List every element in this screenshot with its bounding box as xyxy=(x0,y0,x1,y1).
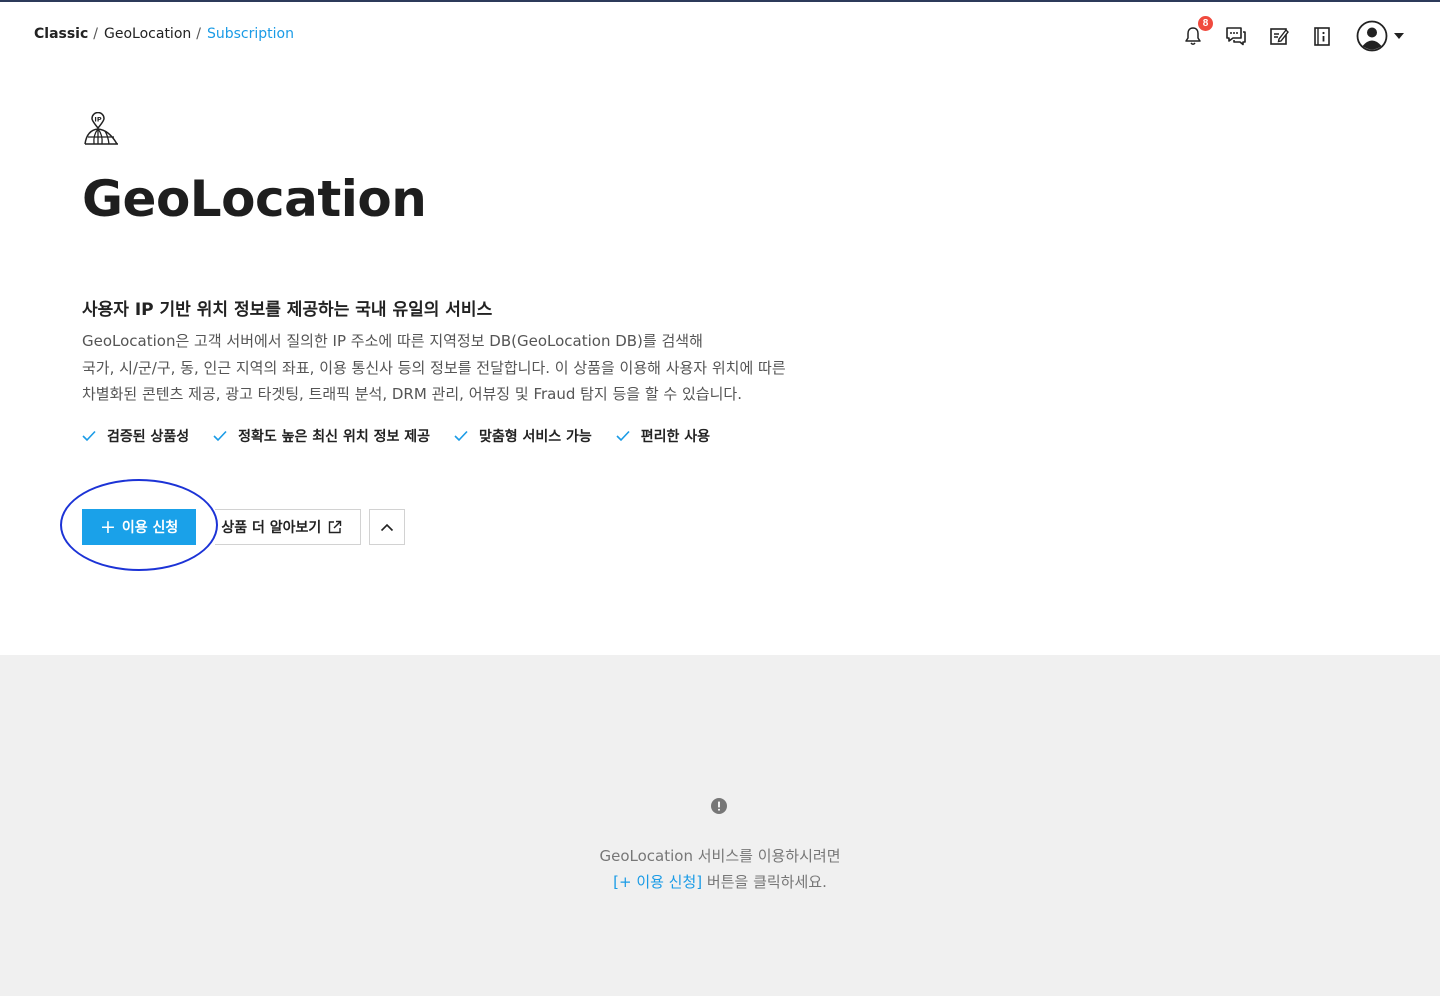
action-bar: + 이용 신청 상품 더 알아보기 xyxy=(82,509,406,545)
breadcrumb-geolocation[interactable]: GeoLocation xyxy=(104,26,191,42)
learn-more-button[interactable]: 상품 더 알아보기 xyxy=(215,509,362,545)
feature-label: 편리한 사용 xyxy=(640,429,711,445)
description-line: 차별화된 콘텐츠 제공, 광고 타겟팅, 트래픽 분석, DRM 관리, 어뷰징… xyxy=(82,385,742,403)
breadcrumb-classic[interactable]: Classic xyxy=(34,26,88,42)
collapse-toggle-button[interactable] xyxy=(369,509,406,545)
info-instruction-text: 버튼을 클릭하세요. xyxy=(702,873,827,891)
chevron-up-icon xyxy=(381,523,394,531)
memo-icon[interactable] xyxy=(1267,24,1291,48)
description-line: 국가, 시/군/구, 동, 인근 지역의 좌표, 이용 통신사 등의 정보를 전… xyxy=(82,358,786,377)
breadcrumb-separator: / xyxy=(93,26,99,42)
info-message: GeoLocation 서비스를 이용하시려면 xyxy=(599,847,841,865)
product-subtitle: 사용자 IP 기반 위치 정보를 제공하는 국내 유일의 서비스 xyxy=(82,300,493,320)
breadcrumb: Classic / GeoLocation / Subscription xyxy=(34,26,294,42)
breadcrumb-subscription[interactable]: Subscription xyxy=(207,26,294,42)
header-toolbar: 8 xyxy=(1162,16,1404,54)
plus-icon: + xyxy=(100,515,116,538)
feature-item: 정확도 높은 최신 위치 정보 제공 xyxy=(213,426,430,446)
learn-more-label: 상품 더 알아보기 xyxy=(221,520,322,536)
chat-icon[interactable] xyxy=(1224,24,1248,48)
feature-list: 검증된 상품성 정확도 높은 최신 위치 정보 제공 맞춤형 서비스 가능 편리… xyxy=(82,426,734,446)
bell-icon[interactable]: 8 xyxy=(1181,16,1213,48)
subscribe-button[interactable]: + 이용 신청 xyxy=(82,509,197,545)
check-icon xyxy=(82,430,96,442)
subscribe-link[interactable]: [+ 이용 신청] xyxy=(613,873,702,891)
info-panel: GeoLocation 서비스를 이용하시려면 [+ 이용 신청] 버튼을 클릭… xyxy=(0,655,1440,996)
ip-globe-icon: IP xyxy=(84,112,118,145)
external-link-icon xyxy=(329,520,342,534)
description-line: GeoLocation은 고객 서버에서 질의한 IP 주소에 따른 지역정보 … xyxy=(82,332,703,350)
feature-item: 편리한 사용 xyxy=(616,426,710,446)
info-exclamation-icon xyxy=(711,798,727,814)
user-menu[interactable] xyxy=(1356,20,1404,52)
page-title: GeoLocation xyxy=(82,170,427,228)
product-description: GeoLocation은 고객 서버에서 질의한 IP 주소에 따른 지역정보 … xyxy=(82,328,842,408)
feature-item: 검증된 상품성 xyxy=(82,426,189,446)
user-avatar-icon[interactable] xyxy=(1356,20,1388,52)
notification-badge: 8 xyxy=(1198,16,1213,31)
feature-label: 맞춤형 서비스 가능 xyxy=(478,429,592,445)
breadcrumb-separator: / xyxy=(196,26,201,42)
check-icon xyxy=(213,430,227,442)
header: Classic / GeoLocation / Subscription 8 xyxy=(0,2,1440,66)
feature-label: 정확도 높은 최신 위치 정보 제공 xyxy=(238,429,430,445)
feature-label: 검증된 상품성 xyxy=(107,429,190,445)
check-icon xyxy=(616,430,630,442)
caret-down-icon[interactable] xyxy=(1394,33,1404,39)
svg-text:IP: IP xyxy=(94,116,101,124)
feature-item: 맞춤형 서비스 가능 xyxy=(454,426,592,446)
subscribe-button-label: 이용 신청 xyxy=(121,520,179,536)
info-book-icon[interactable] xyxy=(1310,24,1334,48)
info-instruction: [+ 이용 신청] 버튼을 클릭하세요. xyxy=(0,871,1440,892)
check-icon xyxy=(454,430,468,442)
